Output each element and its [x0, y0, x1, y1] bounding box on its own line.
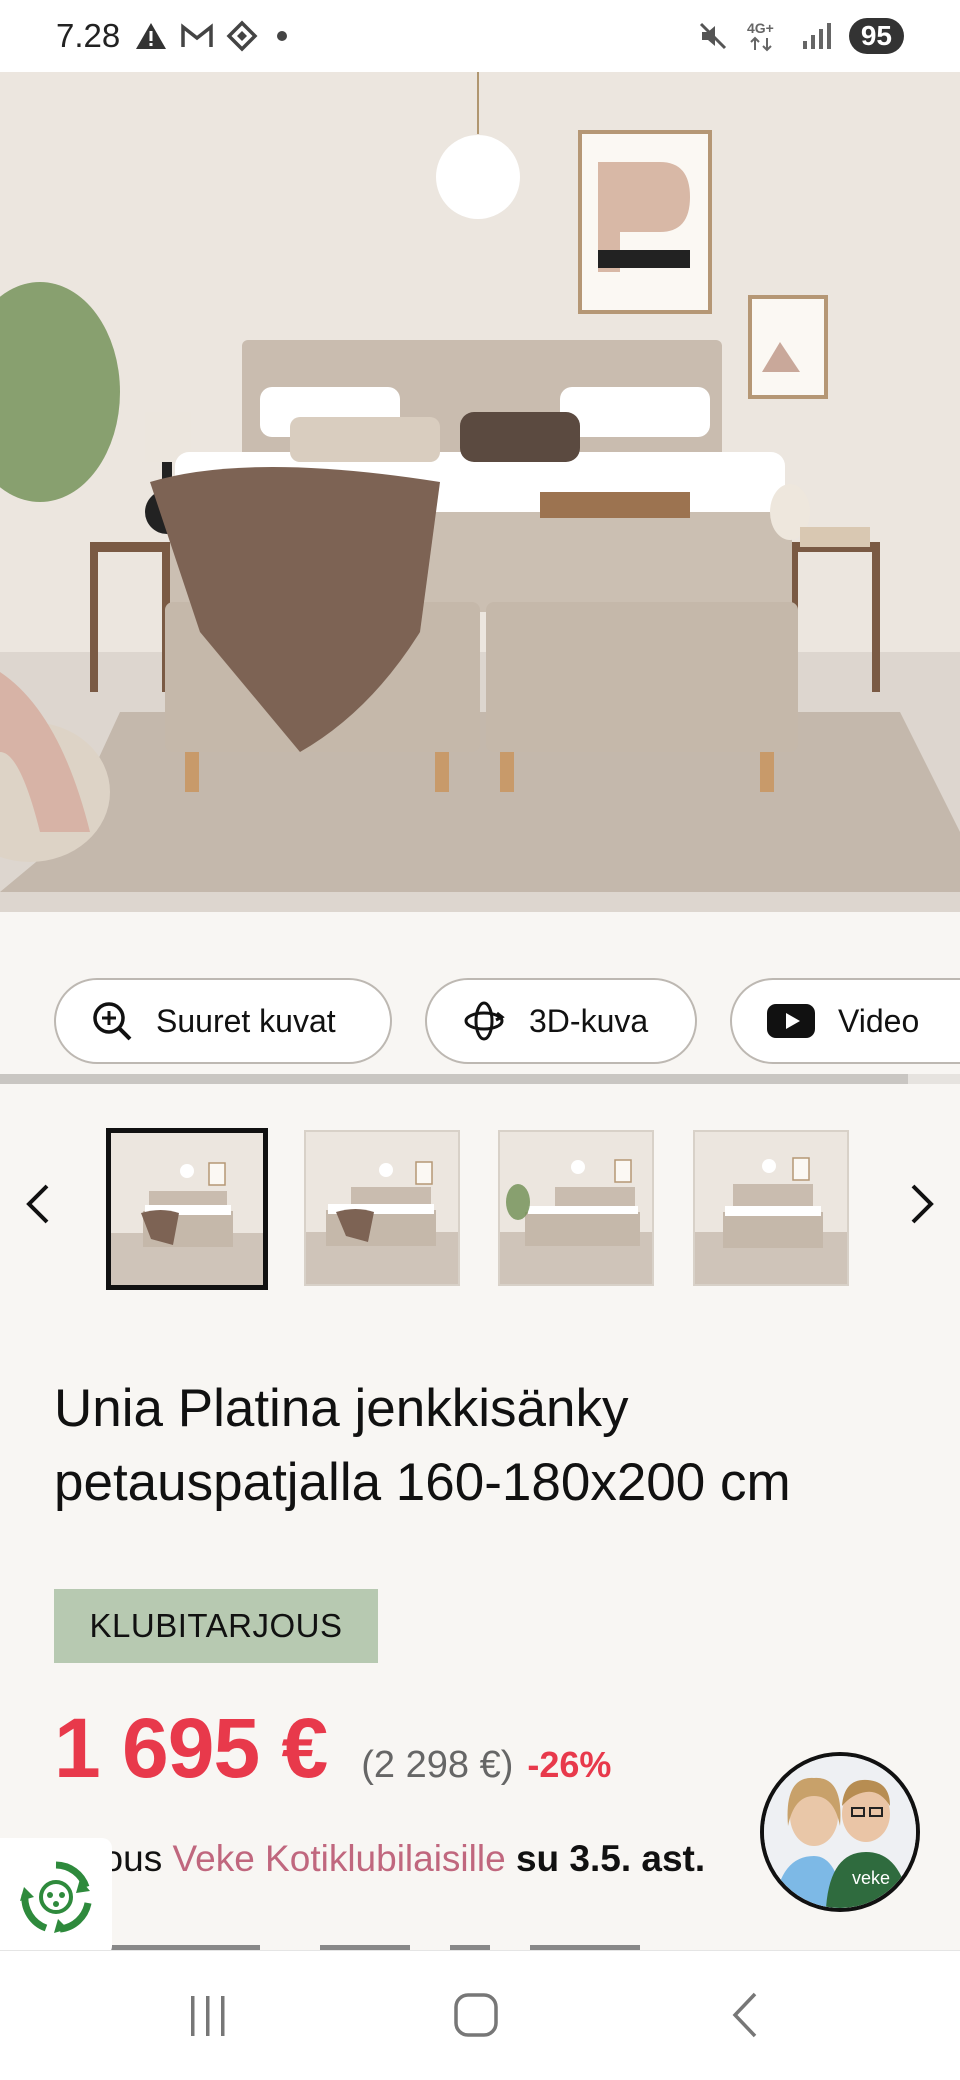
recycle-icon: [20, 1861, 92, 1933]
thumbnail-3[interactable]: [498, 1130, 654, 1286]
customer-service-avatar: veke: [764, 1756, 916, 1908]
signal-icon: [802, 23, 831, 49]
back-button[interactable]: [706, 1985, 786, 2045]
original-price: (2 298 €): [361, 1744, 514, 1786]
mute-icon: [699, 22, 726, 50]
thumbnail-1[interactable]: [106, 1128, 268, 1290]
recent-apps-icon: [191, 1996, 225, 2036]
chat-avatar-logo: veke: [852, 1868, 890, 1888]
dot-icon: [277, 31, 288, 41]
offer-end-date: su 3.5. ast.: [515, 1838, 706, 1879]
price-row: 1 695 € (2 298 €) -26%: [54, 1700, 612, 1795]
thumbnail-carousel: [0, 1124, 960, 1290]
gmail-icon: [181, 23, 213, 47]
thumbnail-next-button[interactable]: [892, 1174, 952, 1234]
network-type: 4G+: [747, 20, 774, 36]
thumbnail-prev-button[interactable]: [8, 1174, 68, 1234]
cutoff-text-line: [110, 1940, 750, 1950]
chevron-right-icon: [911, 1184, 934, 1224]
status-time: 7.28: [56, 17, 121, 54]
rotate-3d-icon: [464, 1001, 505, 1041]
product-hero-image[interactable]: [0, 72, 960, 912]
video-label: Video: [838, 1002, 920, 1039]
home-button[interactable]: [436, 1985, 516, 2045]
status-bar: 7.28 4G+ 95: [0, 0, 960, 72]
battery-level: 95: [848, 18, 904, 54]
youtube-icon: [767, 1004, 815, 1038]
club-members-link[interactable]: Veke Kotiklubilaisille: [172, 1838, 505, 1879]
large-images-label: Suuret kuvat: [156, 1002, 336, 1039]
thumbnail-2[interactable]: [304, 1130, 460, 1286]
zoom-in-icon: [93, 1002, 132, 1041]
system-nav-bar: [0, 1950, 960, 2080]
discount-percent: -26%: [527, 1744, 612, 1785]
diamond-app-icon: [226, 20, 258, 52]
video-button[interactable]: Video: [730, 978, 960, 1064]
media-scrollbar[interactable]: [0, 1074, 960, 1084]
network-icon: 4G+: [747, 20, 774, 52]
recycle-button[interactable]: [0, 1838, 112, 1956]
club-offer-badge: KLUBITARJOUS: [54, 1589, 378, 1663]
media-scrollbar-thumb[interactable]: [0, 1074, 908, 1084]
current-price: 1 695 €: [54, 1701, 328, 1795]
view-3d-button[interactable]: 3D-kuva: [425, 978, 697, 1064]
customer-service-chat-button[interactable]: veke: [760, 1752, 920, 1912]
large-images-button[interactable]: Suuret kuvat: [54, 978, 392, 1064]
recent-apps-button[interactable]: [168, 1985, 248, 2045]
view-3d-label: 3D-kuva: [529, 1002, 649, 1039]
chevron-left-icon: [26, 1184, 49, 1224]
thumbnail-4[interactable]: [693, 1130, 849, 1286]
alert-icon: [136, 23, 167, 49]
media-buttons: Suuret kuvat 3D-kuva Video: [0, 978, 960, 1064]
home-icon: [454, 1993, 498, 2037]
offer-info: rjous Veke Kotiklubilaisille su 3.5. ast…: [82, 1838, 705, 1880]
product-title: Unia Platina jenkkisänky petauspatjalla …: [54, 1379, 791, 1512]
back-icon: [732, 1992, 757, 2038]
